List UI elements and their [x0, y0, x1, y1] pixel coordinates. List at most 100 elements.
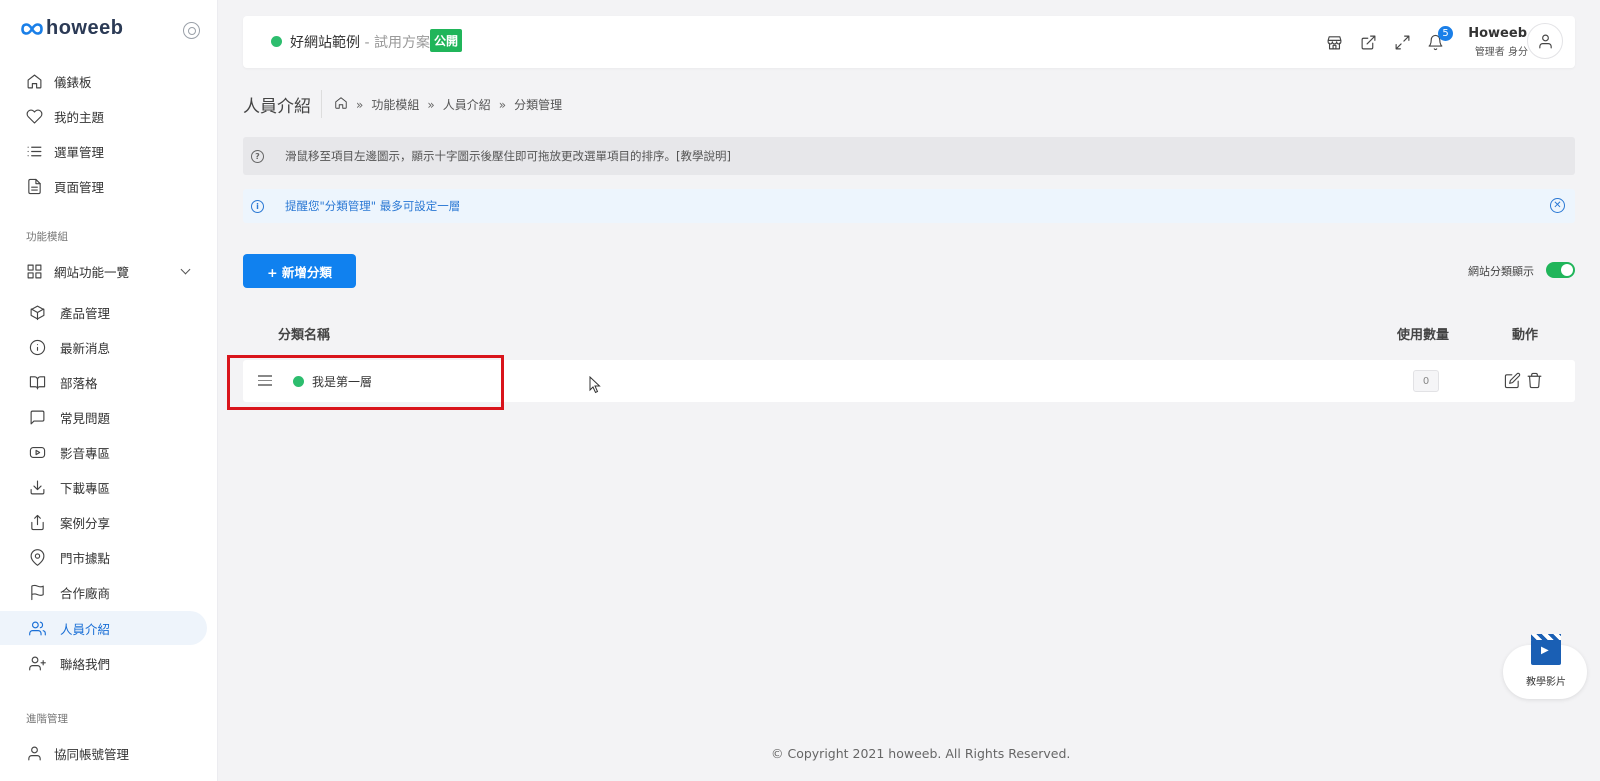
share-icon	[28, 513, 46, 531]
sidebar-item-label: 網站功能一覽	[54, 264, 130, 280]
sidebar-item-pages[interactable]: 頁面管理	[0, 169, 207, 203]
site-name[interactable]: 好網站範例 - 試用方案	[290, 32, 430, 52]
info-text: 提醒您"分類管理" 最多可設定一層	[285, 199, 461, 213]
highlight-box	[227, 355, 504, 410]
sidebar-item-video[interactable]: 影音專區	[0, 435, 207, 469]
topbar: 好網站範例 - 試用方案 公開 5 Howeeb 管理者 身分	[243, 16, 1575, 68]
avatar[interactable]	[1527, 23, 1563, 59]
question-icon: ?	[251, 149, 264, 163]
user-plus-icon	[28, 654, 46, 672]
infinity-logo-icon	[21, 22, 43, 35]
column-header-count: 使用數量	[1397, 328, 1450, 343]
sidebar-item-staff[interactable]: 人員介紹	[0, 611, 207, 645]
hint-alert: ? 滑鼠移至項目左邊圖示，顯示十字圖示後壓住即可拖放更改選單項目的排序。[教學說…	[243, 137, 1575, 175]
sidebar-item-label: 常見問題	[60, 410, 111, 426]
sidebar-item-menu[interactable]: 選單管理	[0, 134, 207, 168]
sidebar-item-label: 部落格	[60, 375, 98, 391]
public-badge: 公開	[430, 29, 463, 52]
breadcrumb-separator: »	[427, 97, 435, 112]
hint-text: 滑鼠移至項目左邊圖示，顯示十字圖示後壓住即可拖放更改選單項目的排序。[教學說明]	[285, 149, 731, 163]
footer-copyright: © Copyright 2021 howeeb. All Rights Rese…	[771, 746, 1071, 761]
sidebar-item-news[interactable]: 最新消息	[0, 330, 207, 364]
download-icon	[28, 478, 46, 496]
sidebar-item-dashboard[interactable]: 儀錶板	[0, 64, 207, 98]
book-icon	[28, 373, 46, 391]
site-name-text: 好網站範例	[290, 35, 360, 51]
user-name: Howeeb	[1468, 26, 1527, 41]
map-pin-icon	[28, 548, 46, 566]
box-icon	[28, 303, 46, 321]
flag-icon	[28, 583, 46, 601]
sidebar-item-label: 聯絡我們	[60, 656, 111, 672]
sidebar-item-label: 門市據點	[60, 550, 111, 566]
sidebar-item-label: 協同帳號管理	[54, 746, 130, 762]
sidebar-item-label: 產品管理	[60, 305, 111, 321]
breadcrumb-item-staff[interactable]: 人員介紹	[443, 96, 491, 113]
sidebar-item-download[interactable]: 下載專區	[0, 470, 207, 504]
youtube-icon	[28, 443, 46, 461]
site-plan: - 試用方案	[360, 35, 430, 51]
grid-icon	[25, 262, 43, 280]
user-role: 管理者 身分	[1474, 47, 1528, 58]
sidebar-item-label: 合作廠商	[60, 585, 111, 601]
user-avatar-icon	[1538, 34, 1552, 48]
toggle-label: 網站分類顯示	[1468, 265, 1534, 278]
sidebar-item-accounts[interactable]: 協同帳號管理	[0, 736, 207, 770]
sidebar-item-label: 最新消息	[60, 340, 111, 356]
sidebar-item-stores[interactable]: 門市據點	[0, 540, 207, 574]
info-icon: i	[251, 199, 264, 213]
close-icon[interactable]: ✕	[1550, 198, 1565, 213]
sidebar-item-themes[interactable]: 我的主題	[0, 99, 207, 133]
breadcrumb-item-category: 分類管理	[514, 98, 563, 112]
store-icon[interactable]	[1324, 32, 1344, 52]
video-widget-label: 教學影片	[1526, 677, 1566, 688]
sidebar-item-partners[interactable]: 合作廠商	[0, 575, 207, 609]
sidebar-item-blog[interactable]: 部落格	[0, 365, 207, 399]
sidebar-item-label: 儀錶板	[54, 74, 92, 90]
sidebar-item-label: 案例分享	[60, 515, 111, 531]
breadcrumb-home-icon[interactable]	[334, 96, 348, 113]
sidebar-collapse-icon[interactable]	[183, 22, 200, 39]
sidebar-item-contact[interactable]: 聯絡我們	[0, 646, 207, 680]
sidebar-item-label: 影音專區	[60, 445, 111, 461]
sidebar-item-label: 下載專區	[60, 480, 111, 496]
home-icon	[25, 72, 43, 90]
site-status-dot	[271, 36, 282, 47]
external-link-icon[interactable]	[1358, 32, 1378, 52]
fullscreen-icon[interactable]	[1392, 32, 1412, 52]
sidebar-item-faq[interactable]: 常見問題	[0, 400, 207, 434]
info-alert: i 提醒您"分類管理" 最多可設定一層 ✕	[243, 189, 1575, 223]
chevron-down-icon	[180, 264, 191, 275]
sidebar-item-products[interactable]: 產品管理	[0, 295, 207, 329]
notification-badge: 5	[1438, 26, 1453, 41]
breadcrumb: » 功能模組 » 人員介紹 » 分類管理	[334, 96, 562, 113]
info-icon	[28, 338, 46, 356]
sidebar-item-cases[interactable]: 案例分享	[0, 505, 207, 539]
breadcrumb-separator: »	[356, 97, 364, 112]
section-label-admin: 進階管理	[26, 713, 68, 725]
message-icon	[28, 408, 46, 426]
breadcrumb-separator: »	[498, 97, 507, 112]
breadcrumb-item-modules[interactable]: 功能模組	[371, 96, 419, 113]
sidebar-item-site-features[interactable]: 網站功能一覽	[0, 254, 207, 288]
users-icon	[28, 619, 46, 637]
edit-icon[interactable]	[1503, 371, 1521, 389]
trash-icon[interactable]	[1525, 371, 1543, 389]
category-display-toggle[interactable]	[1546, 262, 1575, 278]
sidebar-item-label: 我的主題	[54, 109, 105, 125]
brand-logo[interactable]: howeeb	[21, 17, 123, 40]
column-header-actions: 動作	[1512, 328, 1539, 343]
sidebar: howeeb 儀錶板 我的主題 選單管理 頁面管理 功能模組 網站功能一覽 產品…	[0, 0, 218, 781]
title-divider	[321, 90, 322, 118]
sidebar-item-label: 選單管理	[54, 144, 105, 160]
brand-name: howeeb	[46, 17, 124, 39]
list-icon	[25, 142, 43, 160]
section-label-modules: 功能模組	[26, 231, 68, 243]
file-icon	[25, 177, 43, 195]
sidebar-item-label: 頁面管理	[54, 179, 105, 195]
sidebar-item-label: 人員介紹	[60, 621, 111, 637]
page-title: 人員介紹	[243, 97, 311, 117]
add-category-button[interactable]: + 新增分類	[243, 254, 356, 288]
heart-icon	[25, 107, 43, 125]
tutorial-video-widget[interactable]: 教學影片	[1503, 634, 1587, 703]
